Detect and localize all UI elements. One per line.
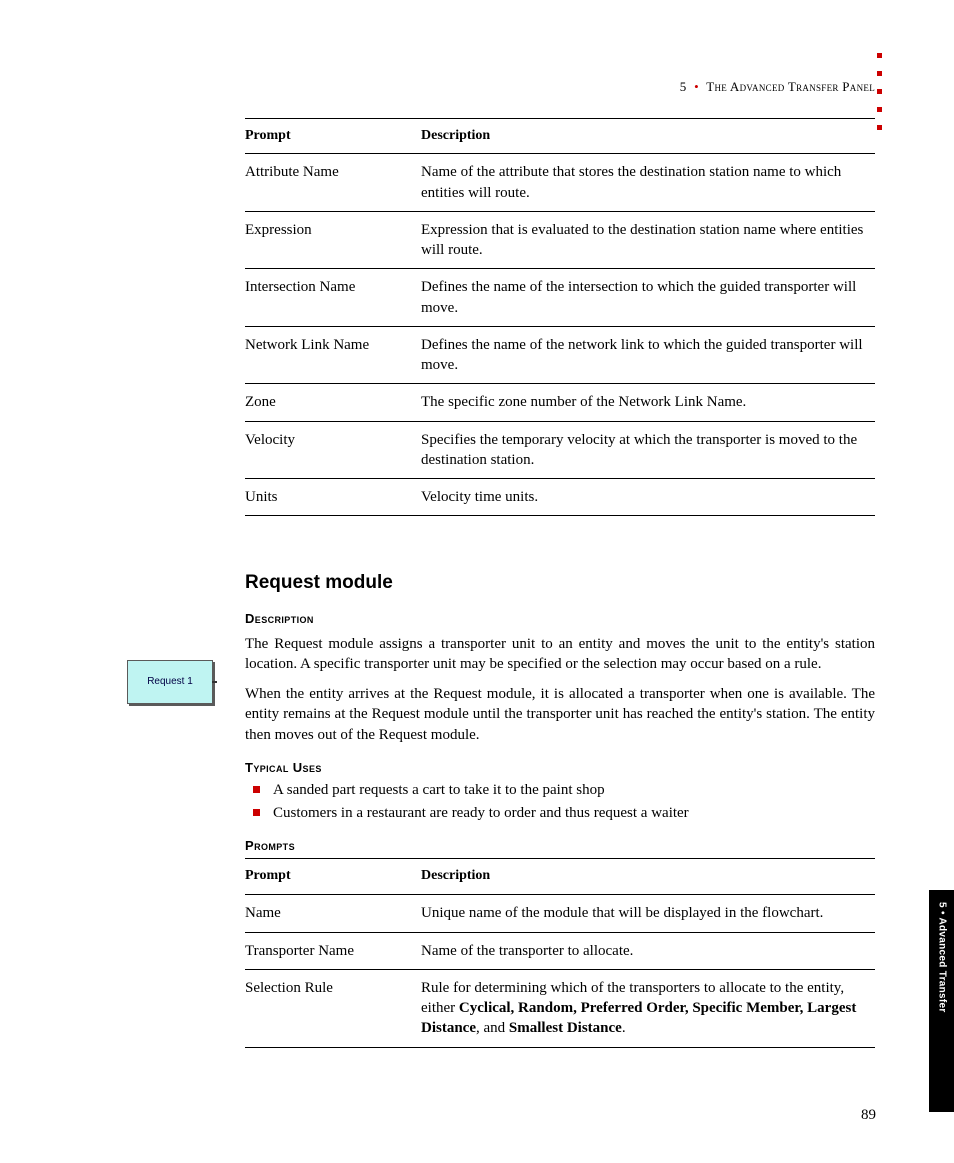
page-content: 5 • The Advanced Transfer Panel Prompt D… bbox=[245, 78, 875, 1048]
selection-rule-desc: Rule for determining which of the transp… bbox=[421, 969, 875, 1047]
decorative-dots bbox=[877, 40, 882, 143]
section-heading: Request module bbox=[245, 570, 875, 596]
table-row: NameUnique name of the module that will … bbox=[245, 895, 875, 932]
subheading-typical-uses: Typical Uses bbox=[245, 759, 875, 777]
th-prompt: Prompt bbox=[245, 859, 421, 895]
running-header: 5 • The Advanced Transfer Panel bbox=[245, 78, 875, 96]
table-row: VelocitySpecifies the temporary velocity… bbox=[245, 421, 875, 479]
paragraph: The Request module assigns a transporter… bbox=[245, 634, 875, 675]
prompts-table-1: Prompt Description Attribute NameName of… bbox=[245, 118, 875, 517]
th-prompt: Prompt bbox=[245, 118, 421, 154]
table-row: UnitsVelocity time units. bbox=[245, 479, 875, 516]
th-description: Description bbox=[421, 859, 875, 895]
list-item: A sanded part requests a cart to take it… bbox=[245, 780, 875, 800]
square-bullet-icon bbox=[253, 786, 260, 793]
page-number: 89 bbox=[861, 1105, 876, 1125]
chapter-number: 5 bbox=[680, 79, 687, 94]
table-row: ExpressionExpression that is evaluated t… bbox=[245, 211, 875, 269]
module-icon-label: Request 1 bbox=[147, 675, 193, 689]
chapter-title: The Advanced Transfer Panel bbox=[706, 79, 875, 94]
square-bullet-icon bbox=[253, 809, 260, 816]
typical-uses-list: A sanded part requests a cart to take it… bbox=[245, 780, 875, 823]
connector-stub-icon bbox=[212, 681, 217, 683]
subheading-description: Description bbox=[245, 610, 875, 628]
table-row: Attribute NameName of the attribute that… bbox=[245, 154, 875, 212]
table-row: Selection Rule Rule for determining whic… bbox=[245, 969, 875, 1047]
side-tab: 5 • Advanced Transfer bbox=[929, 890, 954, 1112]
subheading-prompts: Prompts bbox=[245, 837, 875, 855]
table-row: Network Link NameDefines the name of the… bbox=[245, 326, 875, 384]
paragraph: When the entity arrives at the Request m… bbox=[245, 684, 875, 745]
prompts-table-2: Prompt Description NameUnique name of th… bbox=[245, 858, 875, 1047]
request-module-icon: Request 1 bbox=[127, 660, 213, 705]
table-row: Transporter NameName of the transporter … bbox=[245, 932, 875, 969]
table-row: Intersection NameDefines the name of the… bbox=[245, 269, 875, 327]
table-row: ZoneThe specific zone number of the Netw… bbox=[245, 384, 875, 421]
th-description: Description bbox=[421, 118, 875, 154]
bullet-icon: • bbox=[690, 79, 703, 94]
list-item: Customers in a restaurant are ready to o… bbox=[245, 803, 875, 823]
